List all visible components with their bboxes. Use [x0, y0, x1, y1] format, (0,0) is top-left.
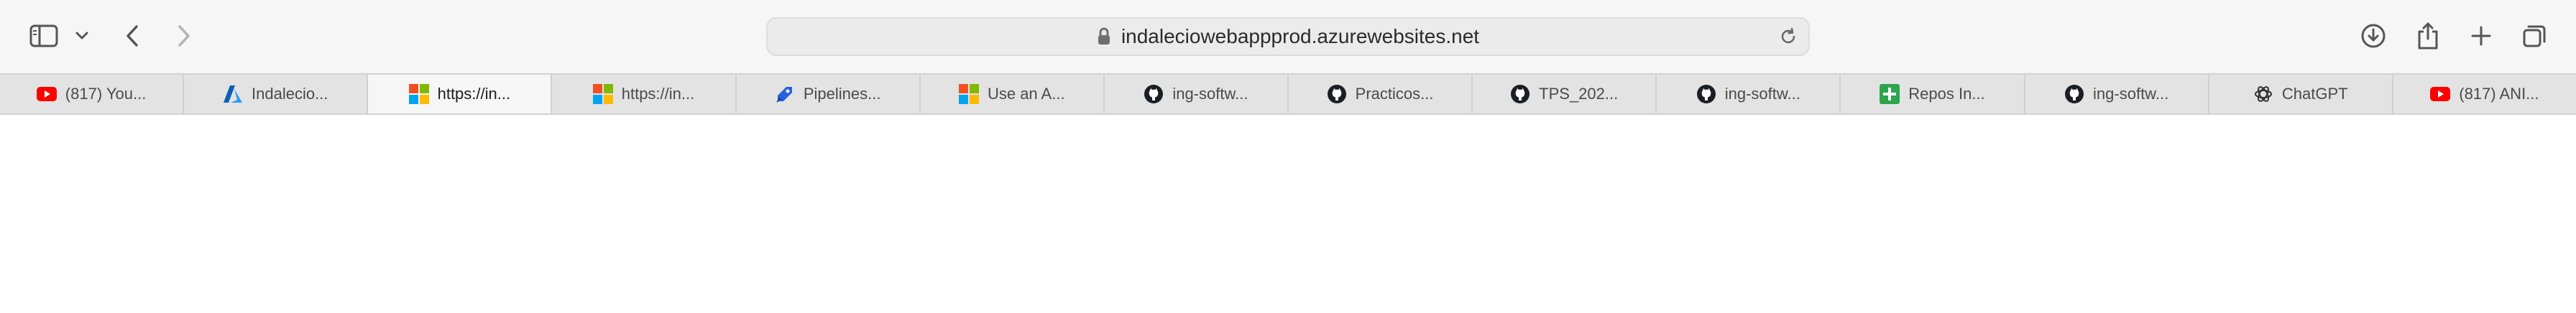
reload-icon[interactable]: [1778, 27, 1798, 50]
browser-toolbar: indaleciowebappprod.azurewebsites.net: [0, 0, 2576, 73]
tab-label: ing-softw...: [1724, 85, 1800, 103]
tab-overview-icon[interactable]: [2520, 22, 2549, 50]
browser-tab[interactable]: ing-softw...: [1657, 75, 1841, 113]
plus-board-icon: [1880, 84, 1900, 104]
tab-label: Pipelines...: [803, 85, 881, 103]
browser-tab[interactable]: Repos In...: [1841, 75, 2025, 113]
tab-label: ChatGPT: [2281, 85, 2348, 103]
sidebar-icon[interactable]: [27, 22, 60, 50]
lock-icon: [1097, 27, 1111, 46]
browser-tab[interactable]: (817) You...: [0, 75, 185, 113]
microsoft-icon: [958, 84, 979, 104]
youtube-icon: [36, 84, 57, 104]
browser-tab[interactable]: ing-softw...: [2025, 75, 2209, 113]
browser-tab[interactable]: Practicos...: [1289, 75, 1473, 113]
tab-label: Indalecio...: [252, 85, 328, 103]
chevron-down-icon[interactable]: [72, 27, 92, 45]
azure-icon: [223, 84, 243, 104]
forward-icon[interactable]: [171, 22, 197, 50]
tab-label: ing-softw...: [1172, 85, 1248, 103]
back-icon[interactable]: [119, 22, 145, 50]
browser-tab[interactable]: Pipelines...: [737, 75, 921, 113]
azure-pipelines-icon: [775, 84, 795, 104]
tab-label: ing-softw...: [2093, 85, 2169, 103]
browser-tab[interactable]: (817) ANI...: [2393, 75, 2576, 113]
microsoft-icon: [592, 84, 613, 104]
tab-label: TPS_202...: [1539, 85, 1619, 103]
share-icon[interactable]: [2414, 19, 2442, 53]
address-url: indaleciowebappprod.azurewebsites.net: [1121, 25, 1480, 47]
tab-label: https://in...: [437, 85, 511, 103]
github-icon: [1144, 84, 1164, 104]
browser-tab-active[interactable]: https://in...: [368, 75, 553, 113]
new-tab-icon[interactable]: [2467, 22, 2496, 50]
browser-tab[interactable]: Indalecio...: [184, 75, 369, 113]
page-content: [0, 115, 2576, 313]
tab-label: Use an A...: [987, 85, 1065, 103]
chatgpt-icon: [2253, 84, 2273, 104]
browser-tab[interactable]: Use an A...: [921, 75, 1105, 113]
github-icon: [1327, 84, 1347, 104]
tab-label: https://in...: [621, 85, 695, 103]
youtube-icon: [2430, 84, 2451, 104]
github-icon: [1510, 84, 1530, 104]
tab-bar: (817) You... Indalecio... https://in... htt…: [0, 73, 2576, 115]
tab-label: (817) ANI...: [2459, 85, 2539, 103]
tab-label: (817) You...: [65, 85, 147, 103]
browser-tab[interactable]: https://in...: [552, 75, 737, 113]
address-bar[interactable]: indaleciowebappprod.azurewebsites.net: [766, 17, 1810, 56]
microsoft-icon: [408, 84, 429, 104]
github-icon: [2064, 84, 2084, 104]
tab-label: Practicos...: [1355, 85, 1434, 103]
github-icon: [1696, 84, 1716, 104]
tab-label: Repos In...: [1908, 85, 1985, 103]
browser-tab[interactable]: ing-softw...: [1105, 75, 1289, 113]
download-icon[interactable]: [2359, 20, 2388, 52]
browser-tab[interactable]: TPS_202...: [1473, 75, 1657, 113]
browser-tab[interactable]: ChatGPT: [2209, 75, 2393, 113]
